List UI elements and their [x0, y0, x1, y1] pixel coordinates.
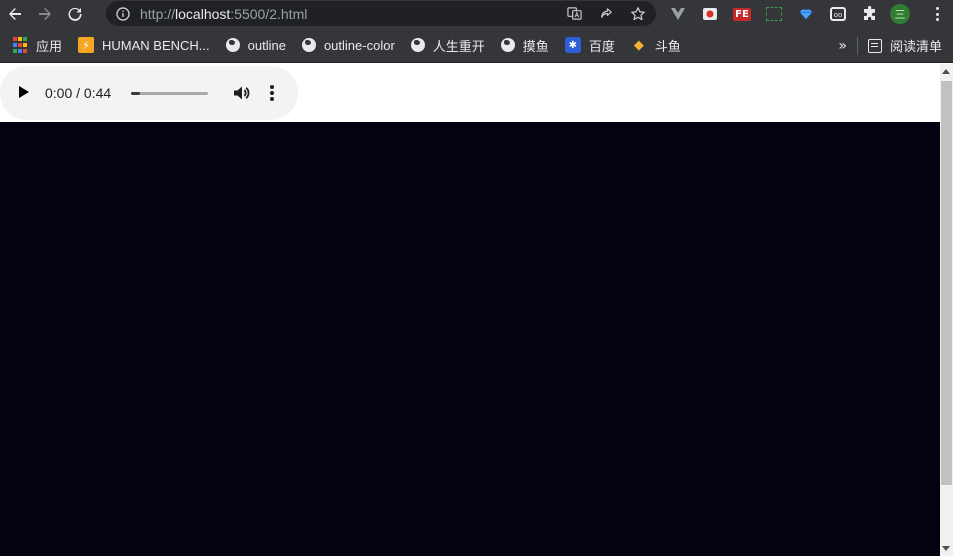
- scrollbar-thumb[interactable]: [941, 81, 952, 485]
- globe-icon: [225, 38, 240, 52]
- browser-menu-icon[interactable]: [933, 5, 941, 23]
- reload-button[interactable]: [60, 1, 90, 27]
- audio-seek-progress: [131, 92, 141, 95]
- forward-arrow-icon: [39, 8, 51, 20]
- page-content: 0:00 / 0:44: [0, 64, 940, 556]
- share-icon[interactable]: [596, 4, 616, 24]
- puzzle-icon[interactable]: [858, 2, 882, 26]
- omnibox-actions: [564, 1, 648, 26]
- more-bookmarks-button[interactable]: »: [838, 38, 847, 54]
- bookmark-label: 摸鱼: [522, 38, 549, 54]
- scroll-up-arrow-icon[interactable]: [942, 69, 950, 74]
- bookmark-baidu[interactable]: ✱ 百度: [557, 33, 623, 57]
- gem-icon[interactable]: [794, 2, 818, 26]
- site-info-icon[interactable]: [116, 6, 130, 21]
- reload-icon: [68, 7, 82, 21]
- bookmarks-bar: 应用 ⚡ HUMAN BENCH... outline outline-colo…: [0, 28, 953, 63]
- bookmark-label: HUMAN BENCH...: [102, 37, 210, 53]
- bookmark-life-restart[interactable]: 人生重开: [403, 33, 493, 57]
- fe-helper-icon[interactable]: FE: [730, 2, 754, 26]
- bookmark-apps[interactable]: 应用: [4, 33, 70, 57]
- oo-icon[interactable]: oo: [826, 2, 850, 26]
- back-button[interactable]: [0, 1, 30, 27]
- forward-button[interactable]: [30, 1, 60, 27]
- bookmark-douyu[interactable]: ◆ 斗鱼: [623, 33, 689, 57]
- url-host: localhost: [175, 5, 231, 22]
- screenshot-icon[interactable]: [762, 2, 786, 26]
- bookmark-star-icon[interactable]: [628, 4, 648, 24]
- dark-canvas[interactable]: [0, 122, 940, 556]
- bookmarks-bar-right: » 阅读清单: [838, 28, 953, 63]
- bookmark-label: 应用: [36, 38, 63, 54]
- url-scheme: http://: [140, 5, 176, 22]
- fe-helper-label: FE: [733, 7, 751, 21]
- audio-player: 0:00 / 0:44: [0, 66, 298, 120]
- reading-list-icon: [867, 38, 882, 53]
- globe-icon: [301, 38, 316, 52]
- play-icon[interactable]: [19, 86, 29, 98]
- volume-icon[interactable]: [232, 84, 250, 102]
- divider: [856, 36, 858, 55]
- douyu-fish-icon: ◆: [633, 37, 644, 53]
- globe-icon: [500, 38, 515, 52]
- globe-icon: [410, 38, 425, 52]
- bookmark-moyu[interactable]: 摸鱼: [493, 33, 557, 57]
- profile-avatar[interactable]: 三: [890, 4, 910, 24]
- audio-time-display: 0:00 / 0:44: [45, 85, 112, 101]
- bookmark-label: 斗鱼: [654, 38, 681, 54]
- browser-toolbar: http://localhost:5500/2.html FE oo 三: [0, 0, 953, 28]
- url-path: :5500/2.html: [230, 5, 308, 22]
- vertical-scrollbar[interactable]: [940, 64, 953, 556]
- address-bar[interactable]: http://localhost:5500/2.html: [106, 1, 656, 26]
- back-arrow-icon: [9, 8, 21, 20]
- bookmark-outline[interactable]: outline: [218, 33, 294, 57]
- apps-grid-icon: [12, 37, 28, 53]
- vue-devtools-icon[interactable]: [666, 2, 690, 26]
- translate-icon[interactable]: [564, 4, 584, 24]
- bookmark-label: outline: [247, 37, 286, 53]
- audio-more-options-icon[interactable]: [270, 85, 274, 101]
- youtube-icon[interactable]: [698, 2, 722, 26]
- audio-seek-bar[interactable]: [131, 92, 208, 95]
- baidu-paw-icon: ✱: [564, 37, 581, 53]
- reading-list-label: 阅读清单: [889, 39, 942, 54]
- bookmark-label: 人生重开: [432, 38, 485, 54]
- bookmark-label: 百度: [588, 38, 615, 54]
- bookmark-outline-color[interactable]: outline-color: [294, 33, 403, 57]
- scroll-down-arrow-icon[interactable]: [942, 546, 950, 551]
- bolt-icon: ⚡: [78, 37, 95, 53]
- reading-list-button[interactable]: 阅读清单: [867, 36, 953, 55]
- bookmark-label: outline-color: [323, 37, 395, 53]
- url-text[interactable]: http://localhost:5500/2.html: [140, 6, 307, 22]
- bookmark-human-benchmark[interactable]: ⚡ HUMAN BENCH...: [70, 33, 218, 57]
- extensions-area: FE oo 三: [666, 0, 910, 28]
